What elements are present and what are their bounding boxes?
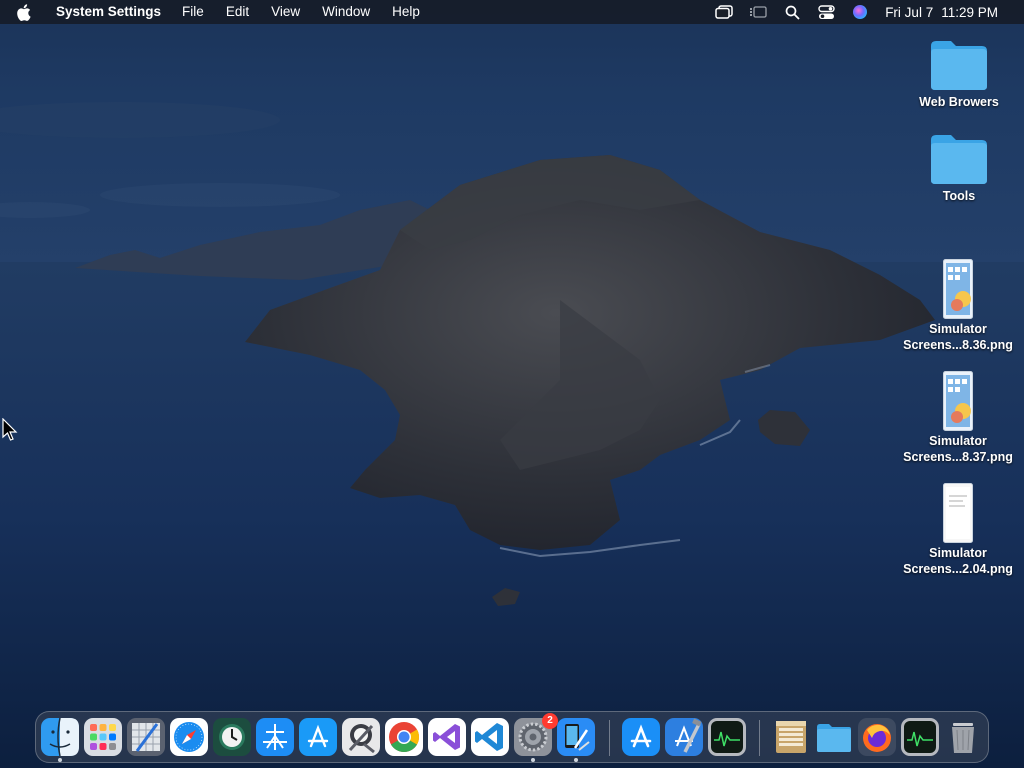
dock-firefox-icon[interactable] xyxy=(858,718,896,756)
desktop-file-screenshot-1[interactable]: Simulator Screens...8.36.png xyxy=(898,259,1018,353)
desktop-icon-label: Tools xyxy=(942,189,976,203)
dock-system-settings-icon[interactable]: 2 xyxy=(514,713,558,756)
dock: 2 xyxy=(35,711,989,763)
mouse-cursor-icon xyxy=(2,417,18,447)
control-center-icon[interactable] xyxy=(816,0,836,24)
desktop-icon-sublabel: Screens...2.04.png xyxy=(903,562,1013,576)
dock-visual-studio-icon[interactable] xyxy=(428,718,466,756)
dock-pixelmator-icon[interactable] xyxy=(127,718,165,756)
dock-activity-monitor-icon[interactable] xyxy=(708,718,746,756)
folder-icon xyxy=(929,36,989,92)
dock-testflight-icon[interactable] xyxy=(256,718,294,756)
desktop-file-screenshot-2[interactable]: Simulator Screens...8.37.png xyxy=(898,371,1018,465)
dock-safari-icon[interactable] xyxy=(170,718,208,756)
menu-bar: System Settings File Edit View Window He… xyxy=(0,0,1024,24)
menu-clock[interactable]: Fri Jul 7 11:29 PM xyxy=(885,5,1006,20)
dock-simulator-icon[interactable] xyxy=(557,718,595,756)
menu-help[interactable]: Help xyxy=(381,0,431,24)
notification-badge: 2 xyxy=(542,713,558,729)
dock-app-store-connect-icon[interactable] xyxy=(299,718,337,756)
menu-file[interactable]: File xyxy=(171,0,215,24)
dock-finder-icon[interactable] xyxy=(41,717,79,757)
desktop-icon-label: Simulator xyxy=(929,322,987,336)
screen-mirroring-icon[interactable] xyxy=(714,0,734,24)
desktop-file-screenshot-3[interactable]: Simulator Screens...2.04.png xyxy=(898,483,1018,577)
running-indicator xyxy=(58,758,62,762)
dock-app-store-icon[interactable] xyxy=(622,718,660,756)
spotlight-search-icon[interactable] xyxy=(782,0,802,24)
desktop-icon-sublabel: Screens...8.36.png xyxy=(903,338,1013,352)
dock-folder-icon[interactable] xyxy=(815,718,853,756)
menu-window[interactable]: Window xyxy=(311,0,381,24)
siri-icon[interactable] xyxy=(850,0,870,24)
apple-menu-icon[interactable] xyxy=(16,0,36,24)
desktop-icon-sublabel: Screens...8.37.png xyxy=(903,450,1013,464)
dock-xcode-icon[interactable] xyxy=(665,718,703,756)
running-indicator xyxy=(531,758,535,762)
menu-app-name[interactable]: System Settings xyxy=(50,0,171,24)
dock-time-machine-icon[interactable] xyxy=(213,718,251,756)
dock-archive-utility-icon[interactable] xyxy=(772,718,810,756)
desktop-icon-label: Simulator xyxy=(929,434,987,448)
dock-launchpad-icon[interactable] xyxy=(84,718,122,756)
dock-separator xyxy=(609,720,610,756)
desktop-icon-label: Simulator xyxy=(929,546,987,560)
dock-separator xyxy=(759,720,760,756)
menu-view[interactable]: View xyxy=(260,0,311,24)
desktop-wallpaper xyxy=(0,0,1024,768)
image-file-icon xyxy=(943,259,973,319)
desktop-folder-web-browsers[interactable]: Web Browers xyxy=(899,36,1019,110)
dock-trash-icon[interactable] xyxy=(944,718,982,756)
folder-icon xyxy=(929,130,989,186)
dock-chrome-icon[interactable] xyxy=(385,718,423,756)
menu-edit[interactable]: Edit xyxy=(215,0,260,24)
clock-time: 11:29 PM xyxy=(941,4,998,20)
desktop-icon-label: Web Browers xyxy=(919,95,999,109)
clock-date: Fri Jul 7 xyxy=(885,4,934,20)
stage-manager-icon[interactable] xyxy=(748,0,768,24)
dock-vscode-icon[interactable] xyxy=(471,718,509,756)
image-file-icon xyxy=(943,371,973,431)
dock-activity-monitor-icon[interactable] xyxy=(901,718,939,756)
image-file-icon xyxy=(943,483,973,543)
running-indicator xyxy=(574,758,578,762)
dock-instruments-icon[interactable] xyxy=(342,718,380,756)
desktop-folder-tools[interactable]: Tools xyxy=(899,130,1019,204)
